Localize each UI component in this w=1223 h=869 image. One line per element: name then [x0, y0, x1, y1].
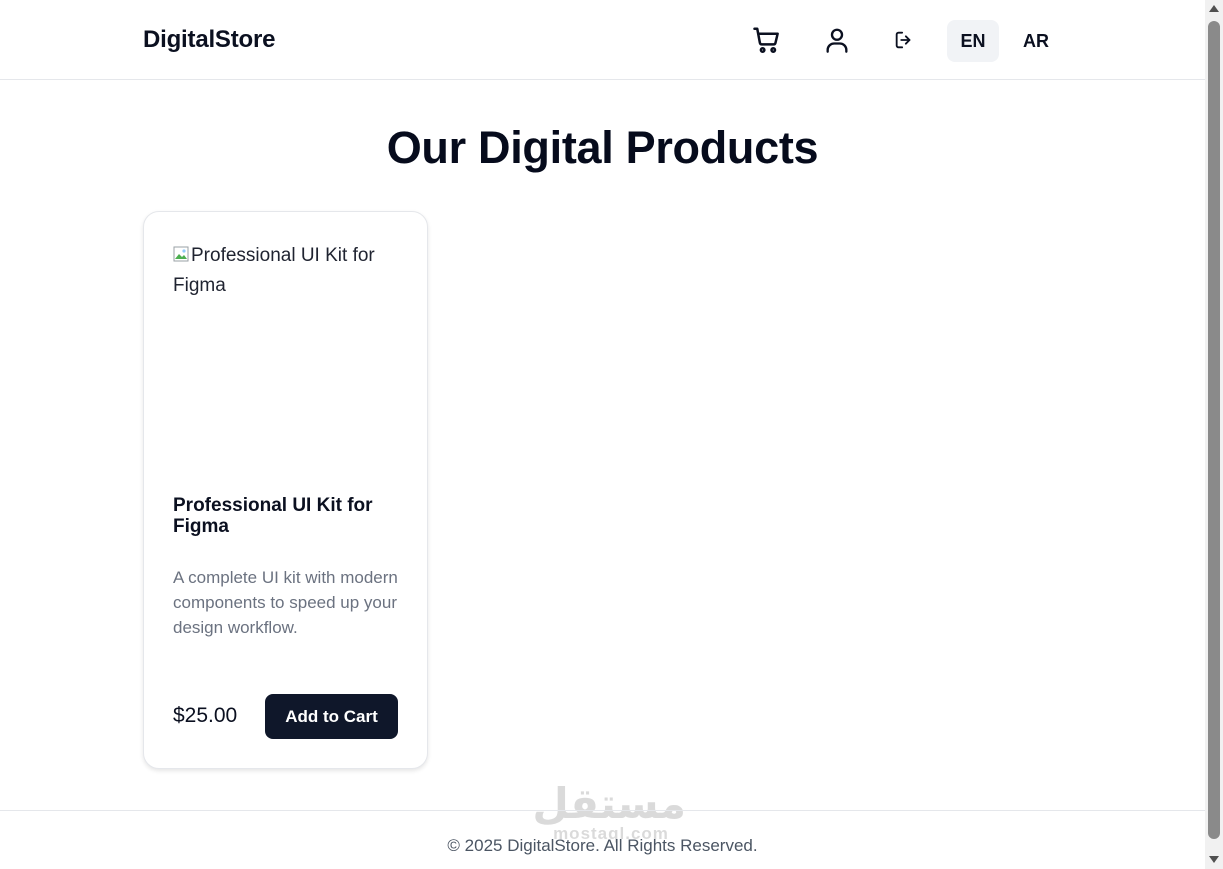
site-footer: © 2025 DigitalStore. All Rights Reserved… [0, 810, 1205, 869]
account-button[interactable] [819, 22, 855, 58]
site-header: DigitalStore EN AR [0, 0, 1205, 80]
page-title: Our Digital Products [386, 122, 819, 173]
brand-logo-text[interactable]: DigitalStore [143, 26, 275, 54]
language-ar-button[interactable]: AR [1010, 20, 1062, 62]
scroll-down-arrow-icon[interactable] [1209, 856, 1219, 863]
browser-viewport: DigitalStore EN AR Our Digital Products … [0, 0, 1205, 869]
product-card: Professional UI Kit for Figma Profession… [143, 211, 428, 769]
logout-button[interactable] [886, 22, 922, 58]
scrollbar-thumb[interactable] [1208, 21, 1220, 839]
scroll-up-arrow-icon[interactable] [1209, 5, 1219, 12]
logout-icon [895, 31, 911, 49]
product-price: $25.00 [173, 704, 238, 727]
product-image: Professional UI Kit for Figma [173, 241, 399, 471]
cart-button[interactable] [749, 22, 785, 58]
vertical-scrollbar[interactable] [1205, 0, 1223, 869]
footer-copyright: © 2025 DigitalStore. All Rights Reserved… [447, 836, 758, 855]
broken-image-icon [173, 246, 189, 262]
user-icon [826, 28, 848, 53]
add-to-cart-button[interactable]: Add to Cart [265, 694, 398, 739]
product-title: Professional UI Kit for Figma [173, 495, 373, 537]
language-en-button[interactable]: EN [947, 20, 999, 62]
product-description: A complete UI kit with modern components… [173, 568, 398, 637]
product-image-alt-text: Professional UI Kit for Figma [173, 245, 375, 296]
shopping-cart-icon [753, 27, 779, 54]
